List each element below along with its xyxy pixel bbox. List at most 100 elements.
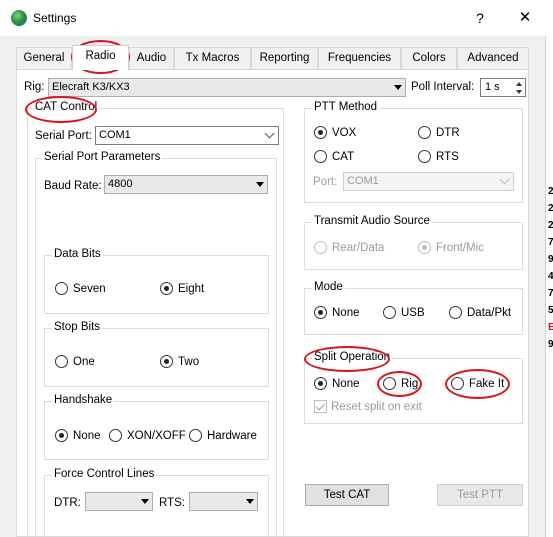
serial-port-select[interactable]: COM1 [95, 126, 279, 145]
tab-radio[interactable]: Radio [72, 45, 129, 70]
transmit-audio-source-title: Transmit Audio Source [312, 215, 432, 227]
stop-bits-two-radio[interactable] [160, 355, 173, 368]
tab-reporting[interactable]: Reporting [251, 47, 318, 69]
serial-port-value: COM1 [99, 129, 131, 141]
background-char: 5 [548, 305, 553, 316]
mode-usb-radio[interactable] [383, 306, 396, 319]
ptt-dtr-radio[interactable] [418, 126, 431, 139]
reset-split-label: Reset split on exit [331, 401, 422, 413]
handshake-none-label: None [73, 430, 101, 442]
handshake-xon-xoff-radio[interactable] [109, 429, 122, 442]
chevron-down-icon [264, 128, 275, 139]
mode-none-radio[interactable] [314, 306, 327, 319]
dtr-select[interactable] [85, 492, 153, 511]
poll-interval-label: Poll Interval: [411, 81, 475, 93]
background-char: 2 [548, 220, 553, 231]
chevron-down-icon [499, 174, 510, 185]
test-ptt-button[interactable]: Test PTT [437, 484, 523, 506]
dropdown-arrow-icon [256, 182, 264, 187]
split-fake-it-label: Fake It [469, 378, 505, 390]
rear-data-label: Rear/Data [332, 242, 385, 254]
background-char: 7 [548, 237, 553, 248]
split-operation-group: Split Operation [304, 351, 523, 424]
stop-bits-one-label: One [73, 356, 95, 368]
data-bits-seven-label: Seven [73, 283, 106, 295]
handshake-xon-xoff-label: XON/XOFF [127, 430, 186, 442]
dropdown-arrow-icon [394, 85, 402, 90]
baud-rate-value: 4800 [108, 178, 133, 190]
stop-bits-title: Stop Bits [52, 321, 103, 333]
background-char: 9 [548, 339, 553, 350]
tab-colors[interactable]: Colors [401, 47, 457, 69]
reset-split-checkbox[interactable] [314, 400, 327, 413]
ptt-port-select[interactable]: COM1 [343, 172, 514, 191]
data-bits-title: Data Bits [52, 248, 103, 260]
dtr-label: DTR: [54, 497, 81, 509]
serial-port-label: Serial Port: [35, 130, 92, 142]
window-title: Settings [33, 11, 77, 25]
background-char: 9 [548, 254, 553, 265]
test-cat-button[interactable]: Test CAT [305, 484, 389, 506]
ptt-rts-radio[interactable] [418, 150, 431, 163]
force-control-lines-title: Force Control Lines [52, 468, 157, 480]
stop-bits-two-label: Two [178, 356, 200, 368]
handshake-none-radio[interactable] [55, 429, 68, 442]
split-none-label: None [332, 378, 360, 390]
background-char: 4 [548, 271, 553, 282]
mode-data-pkt-radio[interactable] [449, 306, 462, 319]
mode-usb-label: USB [401, 307, 425, 319]
background-window-strip: 2 2 2 7 9 4 7 5 E 9 [545, 36, 553, 537]
ptt-vox-radio[interactable] [314, 126, 327, 139]
handshake-title: Handshake [52, 394, 115, 406]
split-fake-it-radio[interactable] [451, 377, 464, 390]
tab-general[interactable]: General [16, 47, 72, 69]
baud-rate-select[interactable]: 4800 [104, 175, 268, 194]
app-globe-icon [11, 10, 27, 26]
ptt-port-value: COM1 [347, 175, 379, 187]
handshake-hardware-radio[interactable] [189, 429, 202, 442]
handshake-hardware-label: Hardware [207, 430, 257, 442]
mode-none-label: None [332, 307, 360, 319]
data-bits-eight-label: Eight [178, 283, 205, 295]
ptt-cat-label: CAT [332, 151, 355, 163]
poll-interval-value: 1 s [485, 81, 500, 93]
cat-control-title: CAT Control [33, 101, 100, 113]
ptt-port-label: Port: [313, 176, 338, 188]
rear-data-radio[interactable] [314, 241, 327, 254]
serial-port-parameters-title: Serial Port Parameters [42, 151, 163, 163]
data-bits-seven-radio[interactable] [55, 282, 68, 295]
close-button[interactable]: ✕ [514, 8, 536, 28]
background-char: 2 [548, 186, 553, 197]
poll-interval-spinbox[interactable]: 1 s [480, 78, 526, 97]
help-button[interactable]: ? [470, 8, 490, 28]
split-rig-radio[interactable] [383, 377, 396, 390]
ptt-dtr-label: DTR [436, 127, 460, 139]
ptt-method-title: PTT Method [312, 101, 380, 113]
split-none-radio[interactable] [314, 377, 327, 390]
split-operation-title: Split Operation [312, 351, 393, 363]
split-rig-label: Rig [401, 378, 419, 390]
tab-strip: General Radio Audio Tx Macros Reporting … [16, 45, 529, 70]
dropdown-arrow-icon [246, 499, 254, 504]
spin-up-icon[interactable] [513, 80, 525, 88]
data-bits-eight-radio[interactable] [160, 282, 173, 295]
background-char: E [548, 322, 553, 333]
ptt-rts-label: RTS [436, 151, 459, 163]
front-mic-radio[interactable] [418, 241, 431, 254]
front-mic-label: Front/Mic [436, 242, 484, 254]
baud-rate-label: Baud Rate: [44, 180, 102, 192]
tab-tx-macros[interactable]: Tx Macros [174, 47, 251, 69]
mode-title: Mode [312, 281, 345, 293]
background-char: 7 [548, 288, 553, 299]
stop-bits-one-radio[interactable] [55, 355, 68, 368]
spin-down-icon[interactable] [513, 88, 525, 96]
rig-select[interactable]: Elecraft K3/KX3 [48, 78, 406, 97]
ptt-cat-radio[interactable] [314, 150, 327, 163]
tab-advanced[interactable]: Advanced [457, 47, 529, 69]
tab-audio[interactable]: Audio [129, 47, 174, 69]
dropdown-arrow-icon [141, 499, 149, 504]
rig-select-value: Elecraft K3/KX3 [52, 81, 130, 93]
tab-frequencies[interactable]: Frequencies [318, 47, 401, 69]
rts-label: RTS: [159, 497, 185, 509]
rts-select[interactable] [189, 492, 258, 511]
